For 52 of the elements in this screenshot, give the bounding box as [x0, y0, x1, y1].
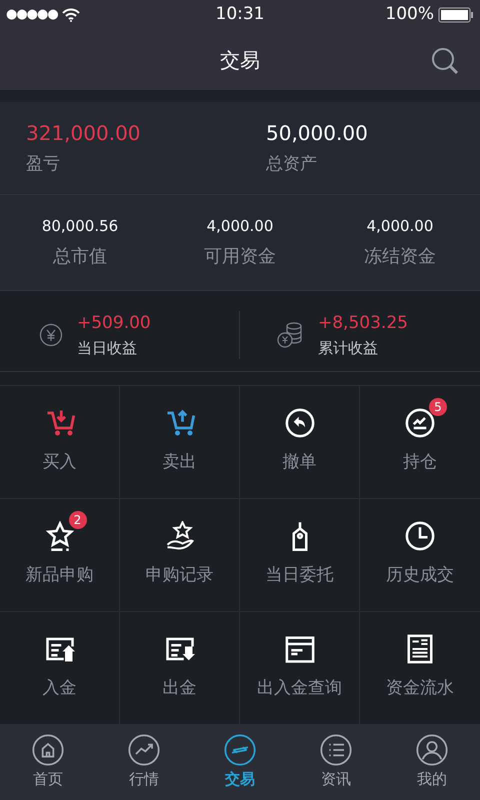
action-button[interactable]: 申购记录 — [120, 499, 240, 612]
tab-button[interactable]: 交易 — [192, 725, 288, 800]
list-icon — [320, 734, 352, 766]
trend-icon — [128, 734, 160, 766]
yen-coin-icon — [39, 323, 63, 347]
tab-button[interactable]: 行情 — [96, 725, 192, 800]
value-text: 4,000.00 — [206, 216, 274, 237]
user-icon — [416, 734, 448, 766]
card-icon — [284, 634, 314, 664]
value-label: 盈亏 — [26, 153, 61, 176]
search-icon[interactable] — [430, 46, 460, 76]
coin-stack-icon — [276, 321, 304, 349]
signal-strength: ●●●●● — [6, 6, 58, 24]
cart-upload-icon — [164, 408, 194, 438]
value-text: 50,000.00 — [266, 120, 369, 148]
undo-icon — [284, 408, 314, 438]
wifi-icon — [62, 8, 80, 22]
value-label: 可用资金 — [204, 245, 276, 270]
earning-value: +8,503.25 — [318, 312, 408, 335]
earning-label: 累计收益 — [318, 338, 379, 358]
earning-value: +509.00 — [77, 312, 151, 335]
clock: 10:31 — [216, 3, 264, 26]
action-button[interactable]: 2 新品申购 — [0, 499, 120, 612]
receipt-icon — [405, 634, 435, 664]
action-button[interactable]: 撤单 — [240, 386, 360, 499]
value-label: 总市值 — [53, 245, 107, 270]
action-button[interactable]: 卖出 — [120, 386, 240, 499]
action-button[interactable]: 当日委托 — [240, 499, 360, 612]
battery-icon — [438, 7, 474, 23]
tab-button[interactable]: 首页 — [0, 725, 96, 800]
home-icon — [32, 734, 64, 766]
action-button[interactable]: 历史成交 — [360, 499, 480, 612]
count-badge: 5 — [429, 398, 447, 416]
count-badge: 2 — [68, 511, 86, 530]
value-label: 总资产 — [266, 153, 318, 176]
chart-circle-icon — [405, 408, 435, 438]
exchange-icon — [224, 734, 256, 766]
tab-button[interactable]: 我的 — [384, 725, 480, 800]
earning-label: 当日收益 — [77, 338, 138, 358]
clock-icon — [405, 521, 435, 552]
tab-button[interactable]: 资讯 — [288, 725, 384, 800]
page-title: 交易 — [220, 47, 260, 74]
value-text: 80,000.56 — [42, 216, 118, 237]
action-button[interactable]: 5 持仓 — [360, 386, 480, 499]
star-hand-icon — [164, 521, 194, 552]
value-text: 321,000.00 — [26, 120, 142, 148]
battery-percent: 100% — [385, 3, 434, 26]
action-button[interactable]: 买入 — [0, 386, 120, 499]
value-text: 4,000.00 — [366, 216, 434, 237]
cart-download-icon — [44, 408, 74, 438]
value-label: 冻结资金 — [364, 245, 436, 270]
star-icon — [44, 521, 74, 552]
